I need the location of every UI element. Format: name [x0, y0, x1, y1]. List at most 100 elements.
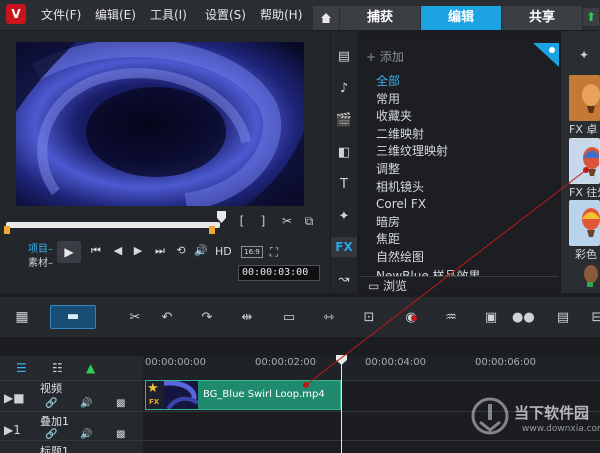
filter-thumbnail[interactable] [569, 75, 600, 121]
timeline-view-icon[interactable]: ▬ [50, 305, 96, 329]
audio-icon[interactable]: ♪ [331, 79, 357, 99]
category-item[interactable]: 收藏夹 [376, 108, 412, 125]
instant-project-icon[interactable]: 🎬 [331, 111, 357, 131]
storyboard-view-icon[interactable]: ▦ [8, 305, 36, 329]
trim-end-marker[interactable] [209, 226, 215, 234]
grid-icon[interactable]: ▩ [116, 398, 125, 409]
prev-frame-icon[interactable]: ◀ [110, 244, 126, 257]
scrub-bar[interactable] [6, 222, 220, 228]
text-icon[interactable]: ▤ [552, 308, 574, 328]
filter-thumbnail[interactable] [569, 200, 600, 246]
category-item[interactable]: 自然绘图 [376, 249, 424, 266]
filter-fx-icon[interactable]: FX [331, 237, 357, 257]
track-name-title: 标题1 [40, 445, 69, 453]
category-item[interactable]: 二维映射 [376, 126, 424, 143]
menu-tools[interactable]: 工具(I) [150, 6, 187, 23]
category-item[interactable]: 暗房 [376, 214, 400, 231]
more-icon[interactable]: ⊟ [586, 308, 600, 328]
filter-thumbnail[interactable] [569, 138, 600, 184]
aspect-ratio-select[interactable]: 16:9 [241, 246, 263, 258]
clip-mode-label[interactable]: 素材– [28, 254, 53, 269]
category-item[interactable]: 相机镜头 [376, 179, 424, 196]
track-name-overlay: 叠加1 [40, 415, 69, 428]
scrub-handle[interactable] [217, 211, 226, 223]
graphics-icon[interactable]: ✦ [331, 207, 357, 227]
motion-track-icon[interactable]: ◉ [400, 308, 422, 328]
tab-capture[interactable]: 捕获 [340, 6, 420, 30]
trim-start-marker[interactable] [4, 226, 10, 234]
menu-file[interactable]: 文件(F) [41, 6, 81, 23]
subtitle-icon[interactable]: ▣ [480, 308, 502, 328]
ruler-label: 00:00:06:00 [475, 357, 537, 368]
enlarge-preview-icon[interactable]: ⧉ [302, 214, 316, 228]
transition-icon[interactable]: ◧ [331, 143, 357, 163]
add-track-icon[interactable]: ▲ [86, 361, 95, 375]
home-tab[interactable] [313, 6, 339, 30]
thumbnail-label: 彩色 [575, 248, 597, 261]
path-icon[interactable]: ↝ [331, 270, 357, 290]
ruler-label: 00:00:02:00 [255, 357, 317, 368]
category-item[interactable]: NewBlue 样品效果 [376, 268, 481, 276]
media-icon[interactable]: ▤ [331, 47, 357, 67]
upload-icon[interactable]: ⬆ [583, 8, 599, 26]
redo-icon[interactable]: ↷ [196, 308, 218, 328]
clip-name: BG_Blue Swirl Loop.mp4 [203, 389, 325, 400]
grid-icon[interactable]: ▩ [116, 429, 125, 440]
favorite-icon[interactable]: ✦ [577, 48, 591, 62]
hd-preview-toggle[interactable]: HD [215, 245, 232, 258]
home-icon [321, 13, 331, 23]
category-item[interactable]: 常用 [376, 91, 400, 108]
add-category-button[interactable]: + 添加 [366, 48, 404, 65]
resize-icon[interactable]: ⛶ [266, 245, 282, 259]
menu-edit[interactable]: 编辑(E) [95, 6, 136, 23]
project-mode-label[interactable]: 项目– [28, 240, 53, 255]
timecode-display[interactable]: 00:00:03:00 [238, 265, 320, 281]
fx-badge: FX [149, 398, 160, 406]
title-icon[interactable]: T [331, 175, 357, 195]
preview-image [16, 42, 304, 206]
next-frame-icon[interactable]: ▶ [130, 244, 146, 257]
thumbnail-label: FX 卓 [569, 123, 598, 136]
mark-out-button[interactable]: ] [258, 214, 268, 228]
category-item[interactable]: Corel FX [376, 196, 426, 213]
mute-icon[interactable]: 🔊 [80, 429, 92, 440]
tab-share[interactable]: 共享 [502, 6, 582, 30]
volume-icon[interactable]: 🔊 [193, 244, 209, 257]
browse-button[interactable]: ▭ 浏览 [368, 277, 407, 294]
end-icon[interactable]: ⏭ [152, 244, 168, 258]
app-logo-icon: V [6, 4, 26, 24]
play-button[interactable]: ▶ [57, 241, 81, 263]
tools-icon[interactable]: ✂ [124, 308, 146, 328]
watermark-title: 当下软件园 [514, 404, 590, 422]
multicam-icon[interactable]: ●● [512, 308, 535, 328]
split-icon[interactable]: ⇿ [318, 308, 340, 328]
category-item[interactable]: 三维纹理映射 [376, 143, 448, 160]
audio-mix-icon[interactable]: ♒ [440, 308, 462, 328]
undo-icon[interactable]: ↶ [156, 308, 178, 328]
category-item[interactable]: 全部 [376, 73, 400, 90]
track-manager-icon[interactable]: ☰ [16, 361, 27, 375]
split-scissors-icon[interactable]: ✂ [280, 214, 294, 228]
category-item[interactable]: 调整 [376, 161, 400, 178]
tab-edit[interactable]: 编辑 [421, 6, 501, 30]
star-icon: ★ [147, 381, 159, 396]
fit-icon[interactable]: ⇹ [236, 308, 258, 328]
link-icon[interactable]: 🔗 [45, 398, 57, 409]
repeat-icon[interactable]: ⟲ [173, 244, 189, 257]
menu-settings[interactable]: 设置(S) [205, 6, 246, 23]
ruler-label: 00:00:04:00 [365, 357, 427, 368]
link-icon[interactable]: 🔗 [45, 429, 57, 440]
mute-icon[interactable]: 🔊 [80, 398, 92, 409]
watermark-url: www.downxia.com [522, 424, 600, 434]
trim-icon[interactable]: ⊡ [358, 308, 380, 328]
home-start-icon[interactable]: ⏮ [88, 244, 104, 258]
pin-icon[interactable] [533, 43, 559, 67]
menu-help[interactable]: 帮助(H) [260, 6, 302, 23]
mark-in-button[interactable]: [ [237, 214, 247, 228]
category-item[interactable]: 焦距 [376, 231, 400, 248]
filter-thumbnail[interactable] [569, 262, 600, 292]
record-screen-icon[interactable]: ▭ [278, 308, 300, 328]
playhead[interactable] [336, 355, 347, 365]
overlay-track-icon: ▶1 [4, 423, 21, 437]
chapter-icon[interactable]: ☷ [52, 361, 63, 375]
